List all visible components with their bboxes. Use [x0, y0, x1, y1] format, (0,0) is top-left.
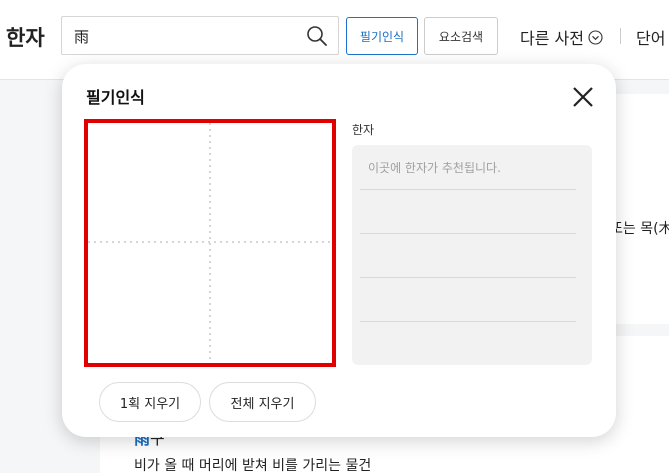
entry-definition: 비가 올 때 머리에 받쳐 비를 가리는 물건: [134, 458, 372, 473]
close-icon[interactable]: [570, 84, 596, 110]
word-menu[interactable]: 단어: [636, 25, 665, 49]
other-dict-menu[interactable]: 다른 사전: [520, 25, 603, 49]
candidate-divider: [360, 189, 576, 190]
handwriting-modal: 필기인식 한자 이곳에 한자가 추천됩니다. 1획 지우기 전체 지우기: [62, 64, 616, 437]
candidate-divider: [360, 321, 576, 322]
divider: [620, 28, 621, 44]
candidate-divider: [360, 233, 576, 234]
handwriting-canvas[interactable]: [84, 119, 336, 367]
candidate-divider: [360, 277, 576, 278]
clear-all-button[interactable]: 전체 지우기: [209, 382, 316, 422]
candidate-placeholder: 이곳에 한자가 추천됩니다.: [368, 161, 501, 175]
clear-one-stroke-button[interactable]: 1획 지우기: [99, 382, 201, 422]
search-icon[interactable]: [306, 25, 328, 47]
search-box: [61, 16, 339, 55]
candidate-panel: 이곳에 한자가 추천됩니다.: [352, 145, 592, 365]
chevron-down-icon: [588, 29, 603, 45]
modal-title: 필기인식: [86, 88, 145, 107]
element-search-button[interactable]: 요소검색: [424, 17, 498, 55]
background-snippet: 또는 목(木: [610, 221, 669, 237]
handwriting-button[interactable]: 필기인식: [346, 17, 418, 55]
candidate-label: 한자: [352, 123, 375, 137]
brand-title[interactable]: 한자: [6, 22, 45, 52]
canvas-guide-lines: [88, 123, 332, 363]
other-dict-label: 다른 사전: [520, 29, 584, 48]
search-input[interactable]: [74, 25, 299, 47]
